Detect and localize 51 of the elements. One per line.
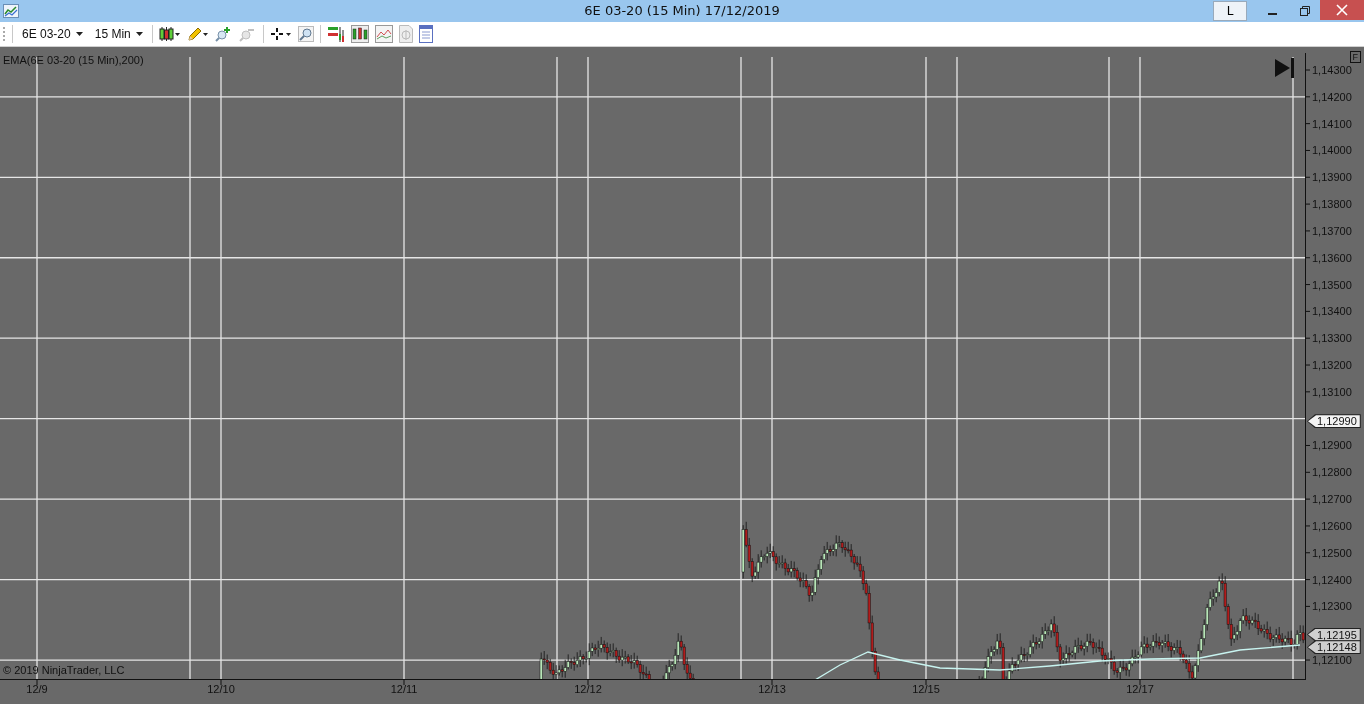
price-tick-label: 1,13800 [1312,197,1352,212]
instrument-dropdown[interactable]: 6E 03-20 [19,27,86,41]
price-tick-label: 1,13300 [1312,331,1352,346]
price-tick-label: 1,13500 [1312,277,1352,292]
price-tick-label: 1,14000 [1312,143,1352,158]
date-tick-label: 12/11 [390,683,418,695]
crosshair-icon[interactable] [269,26,292,42]
price-marker: 1,12148 [1307,640,1361,655]
go-to-end-icon[interactable] [1275,58,1294,78]
candlestick-style-icon[interactable] [158,26,181,42]
date-tick-label: 12/12 [574,683,602,695]
price-tick-label: 1,13400 [1312,304,1352,319]
price-tick-label: 1,12300 [1312,599,1352,614]
interval-dropdown[interactable]: 15 Min [91,27,146,41]
line-chart-icon[interactable] [374,25,393,43]
caret-icon [75,32,83,36]
price-tick-label: 1,13900 [1312,170,1352,185]
price-tick-label: 1,12500 [1312,545,1352,560]
link-button[interactable]: L [1213,1,1247,21]
candles-chart-icon[interactable] [350,25,369,43]
price-tick-label: 1,14200 [1312,89,1352,104]
pencil-icon[interactable] [186,26,209,42]
order-bars-icon[interactable] [326,25,345,43]
price-tick-label: 1,13100 [1312,384,1352,399]
price-tick-label: 1,12100 [1312,653,1352,668]
window-title: 6E 03-20 (15 Min) 17/12/2019 [584,3,780,18]
data-box-icon[interactable] [418,25,433,43]
price-tick-label: 1,12700 [1312,492,1352,507]
price-marker: 1,12990 [1307,414,1361,429]
date-tick-label: 12/17 [1126,683,1154,695]
date-tick-label: 12/13 [758,683,786,695]
date-tick-label: 12/15 [912,683,940,695]
price-tick-label: 1,12400 [1312,572,1352,587]
date-tick-label: 12/9 [26,683,48,695]
price-tick-label: 1,13600 [1312,250,1352,265]
price-tick-label: 1,13200 [1312,358,1352,372]
price-tick-label: 1,12600 [1312,518,1352,533]
maximize-icon[interactable] [1299,5,1311,17]
grip-icon [3,26,6,42]
chart-app-icon [3,4,19,18]
price-tick-label: 1,13700 [1312,223,1352,238]
date-tick-label: 12/10 [207,683,235,695]
close-button[interactable] [1320,0,1364,20]
caret-icon [135,32,143,36]
close-icon[interactable] [1336,4,1348,16]
price-tick-label: 1,12900 [1312,438,1352,453]
price-tick-label: 1,12800 [1312,465,1352,480]
magnifier-icon[interactable] [297,26,314,42]
price-tick-label: 1,14100 [1312,116,1352,131]
price-tick-label: 1,14300 [1312,63,1352,77]
zoom-in-icon[interactable] [214,26,233,42]
